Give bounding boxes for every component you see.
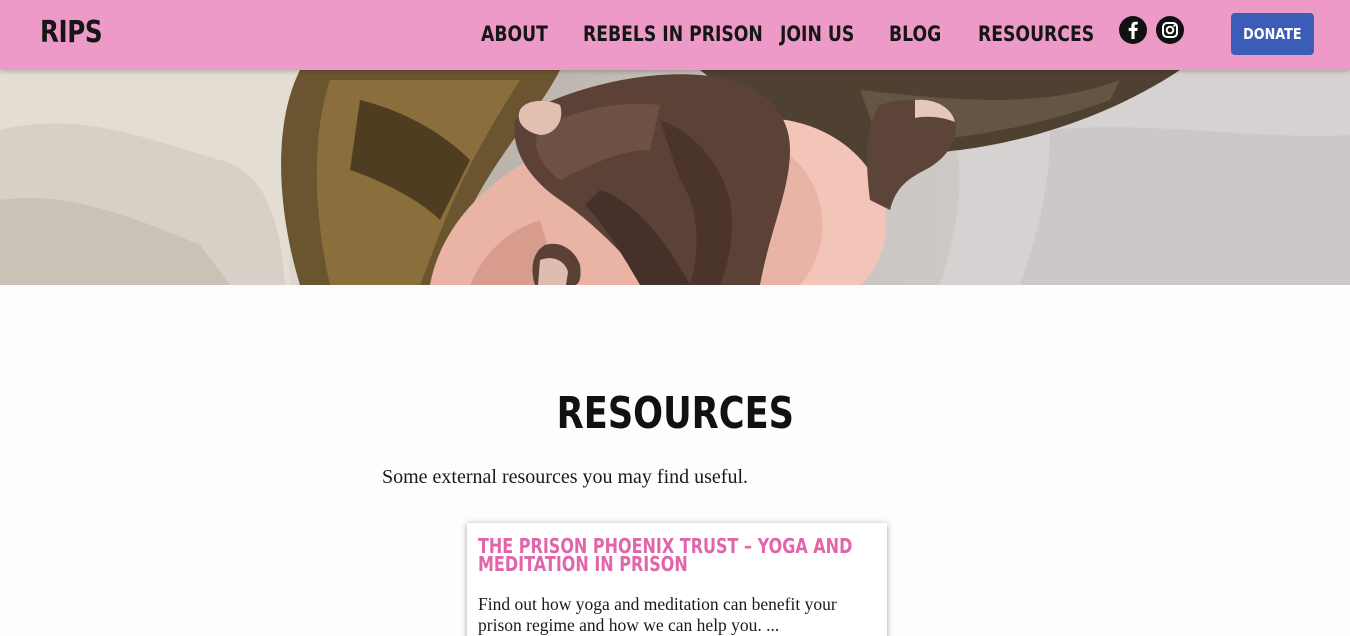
resource-card-title[interactable]: THE PRISON PHOENIX TRUST – YOGA AND MEDI… [478, 536, 878, 574]
intro-text: Some external resources you may find use… [382, 466, 749, 488]
instagram-icon[interactable] [1156, 16, 1184, 44]
nav-link-blog[interactable]: BLOG [889, 20, 941, 48]
main-nav: ABOUT REBELS IN PRISON JOIN US BLOG RESO… [0, 20, 1110, 48]
nav-link-about[interactable]: ABOUT [481, 20, 548, 48]
nav-link-join-us[interactable]: JOIN US [780, 20, 854, 48]
facebook-icon[interactable] [1119, 16, 1147, 44]
site-header: RIPS ABOUT REBELS IN PRISON JOIN US BLOG… [0, 0, 1350, 70]
resource-card[interactable]: THE PRISON PHOENIX TRUST – YOGA AND MEDI… [467, 523, 887, 636]
hands-holding-image [0, 70, 1350, 285]
page-title-text: RESOURCES [556, 388, 794, 439]
page-title: RESOURCES [0, 388, 1350, 440]
resource-card-description: Find out how yoga and meditation can ben… [478, 594, 837, 635]
nav-link-rebels-in-prison[interactable]: REBELS IN PRISON [583, 20, 763, 48]
donate-button[interactable]: DONATE [1231, 13, 1314, 55]
nav-link-resources[interactable]: RESOURCES [978, 20, 1094, 48]
hero-banner [0, 70, 1350, 285]
donate-label: DONATE [1243, 25, 1302, 43]
